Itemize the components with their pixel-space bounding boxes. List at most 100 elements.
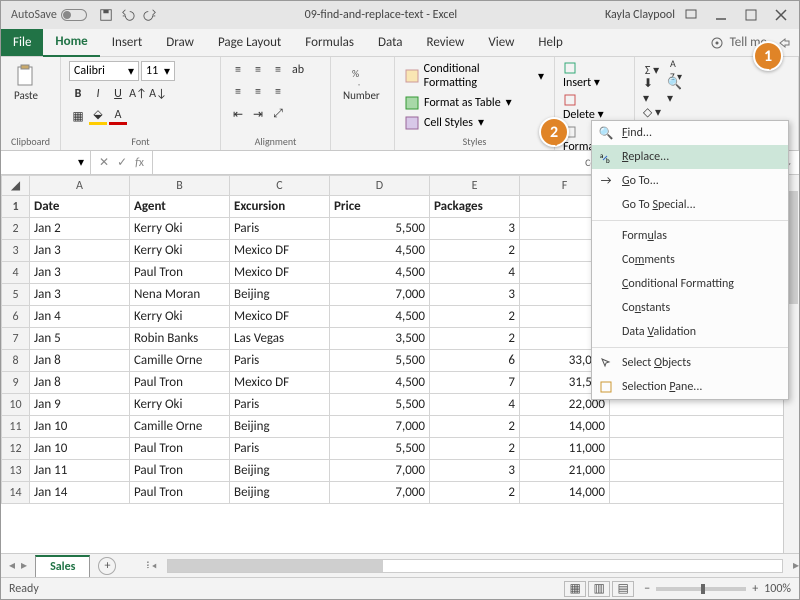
tab-page-layout[interactable]: Page Layout <box>206 29 293 56</box>
cell[interactable]: Jan 9 <box>30 394 130 416</box>
fill-color-button[interactable]: ⬙ <box>89 107 107 125</box>
bold-button[interactable]: B <box>69 85 87 103</box>
fx-icon[interactable]: fx <box>135 156 144 170</box>
page-layout-view-icon[interactable]: ▥ <box>588 581 610 597</box>
enter-fx-icon[interactable]: ✓ <box>117 155 127 170</box>
cancel-fx-icon[interactable]: ✕ <box>99 155 109 170</box>
cell[interactable]: Jan 3 <box>30 284 130 306</box>
sheet-nav-next-icon[interactable]: ▸ <box>21 558 27 573</box>
cell[interactable]: 6 <box>430 350 520 372</box>
cell[interactable]: 3 <box>430 218 520 240</box>
decrease-font-icon[interactable]: A↓ <box>149 85 167 103</box>
cell[interactable]: Kerry Oki <box>130 306 230 328</box>
cell[interactable]: Jan 10 <box>30 438 130 460</box>
ribbon-options-icon[interactable] <box>685 9 697 21</box>
cell[interactable]: Paul Tron <box>130 372 230 394</box>
menu-replace[interactable]: abReplace... <box>592 145 788 169</box>
cell[interactable]: 7,000 <box>330 284 430 306</box>
cell[interactable]: Kerry Oki <box>130 394 230 416</box>
cell[interactable]: Jan 8 <box>30 350 130 372</box>
cell[interactable]: Camille Orne <box>130 350 230 372</box>
cell[interactable]: 7,000 <box>330 460 430 482</box>
close-icon[interactable] <box>775 9 787 21</box>
cell[interactable]: 7 <box>430 372 520 394</box>
horizontal-scrollbar[interactable] <box>167 559 783 573</box>
cell[interactable]: Paris <box>230 438 330 460</box>
cell[interactable]: 4,500 <box>330 306 430 328</box>
align-bot-icon[interactable]: ≡ <box>269 61 287 79</box>
cell[interactable]: 4,500 <box>330 262 430 284</box>
align-top-icon[interactable]: ≡ <box>229 61 247 79</box>
cell[interactable]: Paul Tron <box>130 460 230 482</box>
menu-select-objects[interactable]: Select Objects <box>592 351 788 375</box>
cell[interactable]: 4,500 <box>330 240 430 262</box>
header-cell[interactable]: Price <box>330 196 430 218</box>
cell-styles-button[interactable]: Cell Styles ▾ <box>403 114 546 131</box>
zoom-slider[interactable] <box>656 587 746 591</box>
maximize-icon[interactable] <box>745 9 757 21</box>
cell[interactable]: Paris <box>230 218 330 240</box>
cell[interactable]: Nena Moran <box>130 284 230 306</box>
cell[interactable]: Beijing <box>230 416 330 438</box>
sheet-tab-sales[interactable]: Sales <box>35 555 90 577</box>
tab-review[interactable]: Review <box>415 29 477 56</box>
cell[interactable]: Las Vegas <box>230 328 330 350</box>
name-box[interactable]: ▾ <box>1 151 91 174</box>
cell[interactable]: Jan 8 <box>30 372 130 394</box>
row-hdr[interactable]: 13 <box>2 460 30 482</box>
cell[interactable]: Beijing <box>230 460 330 482</box>
cell[interactable]: 4 <box>430 394 520 416</box>
cell[interactable]: 4 <box>430 262 520 284</box>
cell[interactable]: 14,000 <box>520 416 610 438</box>
cell[interactable]: 7,000 <box>330 482 430 504</box>
cell[interactable]: Jan 10 <box>30 416 130 438</box>
menu-condfmt[interactable]: Conditional Formatting <box>592 272 788 296</box>
row-hdr[interactable]: 8 <box>2 350 30 372</box>
row-hdr[interactable]: 1 <box>2 196 30 218</box>
cell[interactable]: Jan 3 <box>30 262 130 284</box>
tab-data[interactable]: Data <box>366 29 415 56</box>
row-hdr[interactable]: 10 <box>2 394 30 416</box>
col-E[interactable]: E <box>430 176 520 196</box>
tab-formulas[interactable]: Formulas <box>293 29 366 56</box>
menu-constants[interactable]: Constants <box>592 296 788 320</box>
row-hdr[interactable]: 3 <box>2 240 30 262</box>
italic-button[interactable]: I <box>89 85 107 103</box>
row-hdr[interactable]: 14 <box>2 482 30 504</box>
row-hdr[interactable]: 5 <box>2 284 30 306</box>
underline-button[interactable]: U <box>109 85 127 103</box>
user-name[interactable]: Kayla Claypool <box>605 8 675 22</box>
cell[interactable]: 3 <box>430 460 520 482</box>
format-as-table-button[interactable]: Format as Table ▾ <box>403 94 546 111</box>
font-name-select[interactable]: Calibri ▾ <box>69 61 139 81</box>
zoom-level[interactable]: 100% <box>764 582 791 596</box>
tab-help[interactable]: Help <box>526 29 574 56</box>
insert-cells-button[interactable]: Insert ▾ <box>563 61 607 90</box>
cell[interactable]: 5,500 <box>330 218 430 240</box>
cell[interactable]: Beijing <box>230 482 330 504</box>
row-hdr[interactable]: 6 <box>2 306 30 328</box>
cell[interactable]: Jan 11 <box>30 460 130 482</box>
cell[interactable]: Jan 14 <box>30 482 130 504</box>
minimize-icon[interactable] <box>715 9 727 21</box>
cell[interactable]: Kerry Oki <box>130 240 230 262</box>
cell[interactable]: 3,500 <box>330 328 430 350</box>
undo-icon[interactable] <box>121 8 135 22</box>
cell[interactable]: 2 <box>430 416 520 438</box>
cell[interactable]: Kerry Oki <box>130 218 230 240</box>
cell[interactable]: Paul Tron <box>130 262 230 284</box>
cell[interactable]: 2 <box>430 240 520 262</box>
font-size-select[interactable]: 11 ▾ <box>141 61 175 81</box>
sheet-nav-prev-icon[interactable]: ◂ <box>9 558 15 573</box>
cell[interactable]: 4,500 <box>330 372 430 394</box>
redo-icon[interactable] <box>143 8 157 22</box>
cell[interactable]: 5,500 <box>330 394 430 416</box>
header-cell[interactable]: Excursion <box>230 196 330 218</box>
cell[interactable] <box>610 460 799 482</box>
menu-validation[interactable]: Data Validation <box>592 320 788 344</box>
fill-button[interactable]: ⬇ ▾ <box>643 82 661 100</box>
inc-indent-icon[interactable]: ⇥ <box>249 105 267 123</box>
orientation-icon[interactable]: ⤢ <box>269 105 287 123</box>
align-right-icon[interactable]: ≡ <box>269 83 287 101</box>
conditional-formatting-button[interactable]: Conditional Formatting ▾ <box>403 61 546 91</box>
